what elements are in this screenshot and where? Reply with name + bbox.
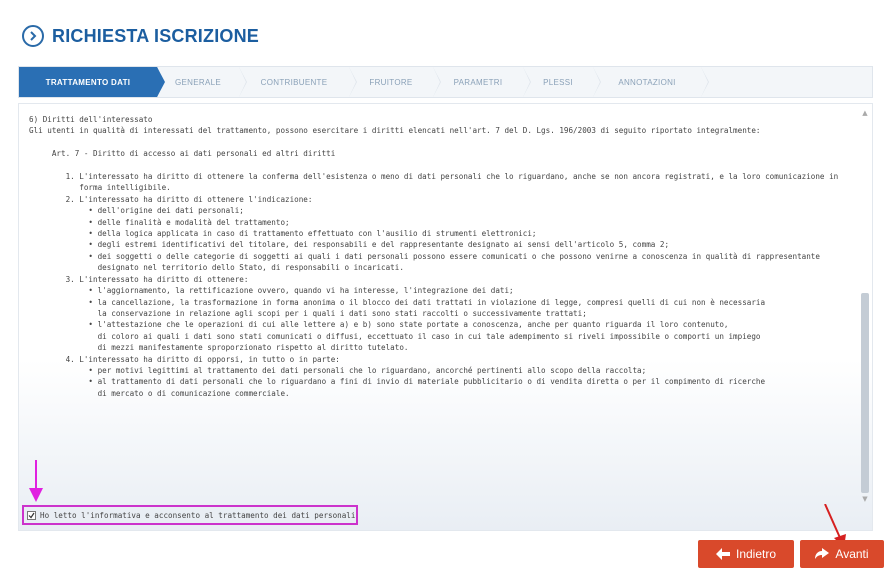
back-button[interactable]: Indietro — [698, 540, 794, 568]
privacy-text-line: designato nel territorio dello Stato, di… — [29, 263, 404, 273]
privacy-text-line: 4. L'interessato ha diritto di opporsi, … — [29, 354, 340, 364]
tab-label: FRUITORE — [369, 77, 413, 87]
tab-fruitore[interactable]: FRUITORE — [349, 67, 441, 97]
page-title: RICHIESTA ISCRIZIONE — [52, 25, 260, 46]
privacy-text-line: di mercato o di comunicazione commercial… — [29, 388, 290, 398]
scroll-track[interactable] — [860, 118, 870, 496]
privacy-text-panel: 6) Diritti dell'interessato Gli utenti in… — [18, 103, 873, 531]
privacy-text-line: 6) Diritti dell'interessato — [29, 115, 153, 124]
privacy-text-line: forma intelligibile. — [29, 183, 171, 193]
tab-parametri[interactable]: PARAMETRI — [433, 67, 531, 97]
consent-label[interactable]: Ho letto l'informativa e acconsento al t… — [40, 511, 355, 520]
back-button-label: Indietro — [735, 547, 777, 561]
privacy-text: 6) Diritti dell'interessato Gli utenti in… — [29, 114, 849, 399]
wizard-tabs: TRATTAMENTO DATI GENERALE CONTRIBUENTE F… — [18, 66, 873, 98]
scroll-down-icon[interactable]: ▼ — [860, 494, 870, 504]
arrow-left-icon — [715, 548, 730, 560]
tab-generale[interactable]: GENERALE — [157, 67, 247, 97]
privacy-text-line: • dei soggetti o delle categorie di sogg… — [29, 251, 820, 261]
tab-label: PARAMETRI — [453, 77, 503, 87]
next-button[interactable]: Avanti — [800, 540, 884, 568]
next-button-label: Avanti — [835, 547, 869, 561]
privacy-text-line: 3. L'interessato ha diritto di ottenere: — [29, 274, 249, 284]
consent-checkbox-row[interactable]: Ho letto l'informativa e acconsento al t… — [22, 505, 358, 525]
arrow-right-icon — [815, 548, 830, 559]
tab-contribuente[interactable]: CONTRIBUENTE — [239, 67, 357, 97]
privacy-text-line: • l'attestazione che le operazioni di cu… — [29, 320, 729, 330]
privacy-text-line: Gli utenti in qualità di interessati del… — [29, 126, 761, 136]
tab-label: PLESSI — [543, 77, 573, 87]
privacy-text-line: di coloro ai quali i dati sono stati com… — [29, 331, 761, 341]
consent-checkbox[interactable] — [27, 510, 36, 520]
tab-label: CONTRIBUENTE — [260, 77, 328, 87]
tab-label: GENERALE — [175, 77, 221, 87]
tab-label: TRATTAMENTO DATI — [45, 77, 131, 87]
privacy-text-line: • la cancellazione, la trasformazione in… — [29, 297, 766, 307]
privacy-text-line: • dell'origine dei dati personali; — [29, 206, 244, 216]
scroll-thumb[interactable] — [861, 293, 869, 493]
privacy-text-line: 1. L'interessato ha diritto di ottenere … — [29, 172, 839, 182]
chevron-right-circle-icon — [22, 25, 44, 47]
privacy-text-line: • al trattamento di dati personali che l… — [29, 377, 766, 387]
tab-label: ANNOTAZIONI — [618, 77, 676, 87]
tab-trattamento-dati[interactable]: TRATTAMENTO DATI — [19, 67, 165, 97]
magenta-arrow-annotation — [29, 460, 43, 502]
privacy-text-line: • l'aggiornamento, la rettificazione ovv… — [29, 286, 514, 296]
page-header: RICHIESTA ISCRIZIONE — [22, 22, 259, 50]
privacy-text-line: • delle finalità e modalità del trattame… — [29, 217, 290, 227]
tab-annotazioni[interactable]: ANNOTAZIONI — [593, 67, 709, 97]
privacy-text-line — [29, 137, 849, 148]
privacy-text-line: la conservazione in relazione agli scopi… — [29, 308, 587, 318]
privacy-text-line: di mezzi manifestamente sproporzionato r… — [29, 343, 409, 353]
tab-plessi[interactable]: PLESSI — [523, 67, 601, 97]
privacy-text-line — [29, 160, 849, 171]
scrollbar[interactable]: ▲ ▼ — [860, 108, 870, 504]
privacy-text-line: • degli estremi identificativi del titol… — [29, 240, 670, 250]
scroll-up-icon[interactable]: ▲ — [860, 108, 870, 118]
privacy-text-line: • per motivi legittimi al trattamento de… — [29, 365, 647, 375]
privacy-text-line: • della logica applicata in caso di trat… — [29, 229, 537, 239]
privacy-text-line: Art. 7 - Diritto di accesso ai dati pers… — [29, 149, 336, 159]
privacy-text-line: 2. L'interessato ha diritto di ottenere … — [29, 194, 313, 204]
page-container: RICHIESTA ISCRIZIONE TRATTAMENTO DATI GE… — [8, 6, 878, 566]
